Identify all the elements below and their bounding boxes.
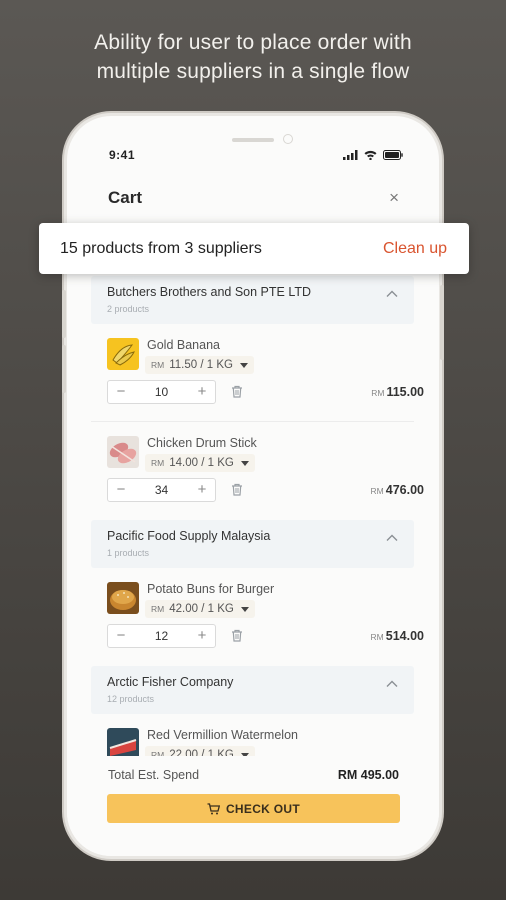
line-total-currency: RM xyxy=(370,486,384,496)
cart-item: Chicken Drum Stick RM 14.00 / 1 KG − 34 … xyxy=(107,436,424,526)
cart-item: Potato Buns for Burger RM 42.00 / 1 KG −… xyxy=(107,582,424,672)
unit-price: 42.00 / 1 KG xyxy=(169,603,234,615)
cart-title: Cart xyxy=(108,188,143,207)
supplier-name: Arctic Fisher Company xyxy=(107,675,234,689)
headline-line-1: Ability for user to place order with xyxy=(94,31,412,54)
price-currency: RM xyxy=(151,360,165,370)
unit-price: 14.00 / 1 KG xyxy=(169,457,234,469)
status-time: 9:41 xyxy=(109,148,136,162)
total-label: Total Est. Spend xyxy=(108,768,200,782)
line-total: RM 514.00 xyxy=(371,629,424,643)
product-name: Potato Buns for Burger xyxy=(147,582,275,596)
phone-side-button xyxy=(62,290,66,338)
quantity-stepper: − 12 + xyxy=(107,624,216,648)
battery-icon xyxy=(383,150,403,160)
quantity-value[interactable]: 12 xyxy=(134,625,189,647)
quantity-stepper: − 10 + xyxy=(107,380,216,404)
unit-price: 11.50 / 1 KG xyxy=(169,359,233,371)
plus-icon[interactable]: + xyxy=(191,625,213,647)
minus-icon[interactable]: − xyxy=(110,479,132,501)
divider xyxy=(91,421,414,422)
line-total-value: 514.00 xyxy=(385,629,424,643)
supplier-header[interactable]: Butchers Brothers and Son PTE LTD 2 prod… xyxy=(91,276,414,324)
cart-item: Gold Banana RM 11.50 / 1 KG − 10 + RM 115… xyxy=(107,338,424,428)
product-image xyxy=(107,338,139,370)
trash-icon[interactable] xyxy=(231,385,243,398)
supplier-name: Butchers Brothers and Son PTE LTD xyxy=(107,285,312,299)
price-currency: RM xyxy=(151,458,165,468)
phone-side-button xyxy=(62,345,66,393)
cart-header: Cart × xyxy=(67,186,439,216)
supplier-product-count: 1 products xyxy=(107,548,150,558)
product-image xyxy=(107,436,139,468)
product-name: Red Vermillion Watermelon xyxy=(147,728,298,742)
summary-text: 15 products from 3 suppliers xyxy=(60,240,262,257)
supplier-header[interactable]: Arctic Fisher Company 12 products xyxy=(91,666,414,714)
chevron-up-icon[interactable] xyxy=(386,680,398,688)
line-total: RM 476.00 xyxy=(371,483,424,497)
chevron-up-icon[interactable] xyxy=(386,534,398,542)
line-total: RM 115.00 xyxy=(371,385,424,399)
checkout-label: CHECK OUT xyxy=(225,801,301,816)
line-total-value: 115.00 xyxy=(386,385,424,399)
unit-price-select[interactable]: RM 14.00 / 1 KG xyxy=(145,454,255,472)
plus-icon[interactable]: + xyxy=(191,381,213,403)
wifi-icon xyxy=(364,150,377,160)
supplier-product-count: 2 products xyxy=(107,304,150,314)
supplier-product-count: 12 products xyxy=(107,694,155,704)
minus-icon[interactable]: − xyxy=(110,381,132,403)
checkout-button[interactable]: CHECK OUT xyxy=(107,794,400,823)
product-name: Chicken Drum Stick xyxy=(147,436,257,450)
product-image xyxy=(107,582,139,614)
trash-icon[interactable] xyxy=(231,629,243,642)
trash-icon[interactable] xyxy=(231,483,243,496)
plus-icon[interactable]: + xyxy=(191,479,213,501)
cart-footer: Total Est. Spend RM 495.00 CHECK OUT xyxy=(67,756,439,856)
product-name: Gold Banana xyxy=(147,338,220,352)
supplier-name: Pacific Food Supply Malaysia xyxy=(107,529,271,543)
phone-camera xyxy=(283,134,293,144)
supplier-header[interactable]: Pacific Food Supply Malaysia 1 products xyxy=(91,520,414,568)
quantity-stepper: − 34 + xyxy=(107,478,216,502)
line-total-currency: RM xyxy=(370,632,384,642)
caret-down-icon xyxy=(240,606,249,612)
minus-icon[interactable]: − xyxy=(110,625,132,647)
quantity-value[interactable]: 10 xyxy=(134,381,189,403)
line-total-currency: RM xyxy=(371,388,385,398)
phone-side-button xyxy=(440,285,444,360)
cart-icon xyxy=(207,802,220,814)
chevron-up-icon[interactable] xyxy=(386,290,398,298)
unit-price-select[interactable]: RM 11.50 / 1 KG xyxy=(145,356,254,374)
quantity-value[interactable]: 34 xyxy=(134,479,189,501)
cart-summary-banner: 15 products from 3 suppliers Clean up xyxy=(39,223,469,274)
price-currency: RM xyxy=(151,604,165,614)
line-total-value: 476.00 xyxy=(385,483,424,497)
total-value: RM 495.00 xyxy=(337,768,399,782)
headline-line-2: multiple suppliers in a single flow xyxy=(96,60,410,83)
caret-down-icon xyxy=(239,362,248,368)
close-icon[interactable]: × xyxy=(389,188,399,208)
signal-icon xyxy=(343,150,358,160)
unit-price-select[interactable]: RM 42.00 / 1 KG xyxy=(145,600,255,618)
clean-up-button[interactable]: Clean up xyxy=(383,240,447,258)
headline: Ability for user to place order with mul… xyxy=(0,28,506,86)
status-bar: 9:41 xyxy=(67,148,439,164)
status-icons xyxy=(343,150,403,160)
caret-down-icon xyxy=(240,460,249,466)
phone-speaker xyxy=(232,138,274,142)
